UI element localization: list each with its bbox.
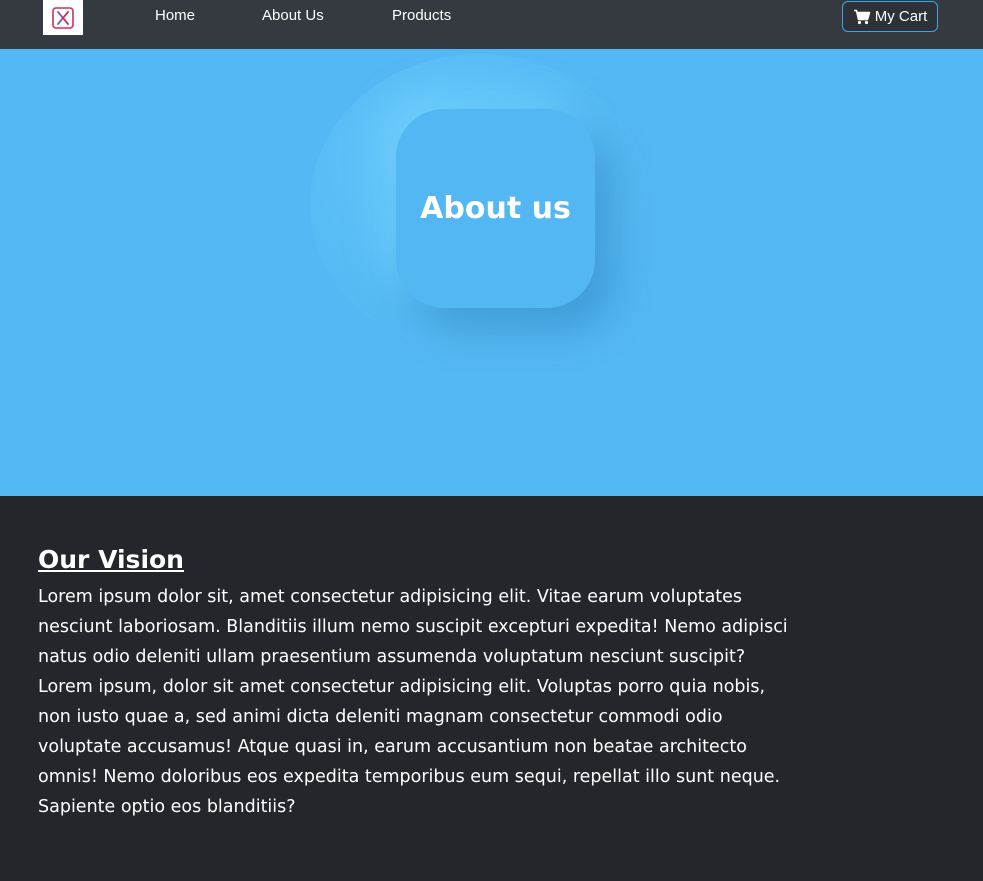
my-cart-label: My Cart [874,8,928,25]
hero-title: About us [420,191,571,226]
nav-link-products[interactable]: Products [392,7,451,24]
vision-paragraph-2: Lorem ipsum, dolor sit amet consectetur … [38,677,781,817]
my-cart-button[interactable]: My Cart [842,1,938,32]
logo-icon [52,6,74,29]
navbar: Home About Us Products My Cart [0,0,983,49]
vision-paragraph-1: Lorem ipsum dolor sit, amet consectetur … [38,587,788,667]
nav-link-about-us[interactable]: About Us [262,7,324,24]
cart-icon [853,9,871,24]
vision-section: Our Vision Lorem ipsum dolor sit, amet c… [38,545,798,822]
vision-title: Our Vision [38,545,184,574]
nav-link-home[interactable]: Home [155,7,195,24]
hero-banner: About us [0,49,983,496]
logo[interactable] [43,0,83,35]
hero-card: About us [396,109,595,308]
